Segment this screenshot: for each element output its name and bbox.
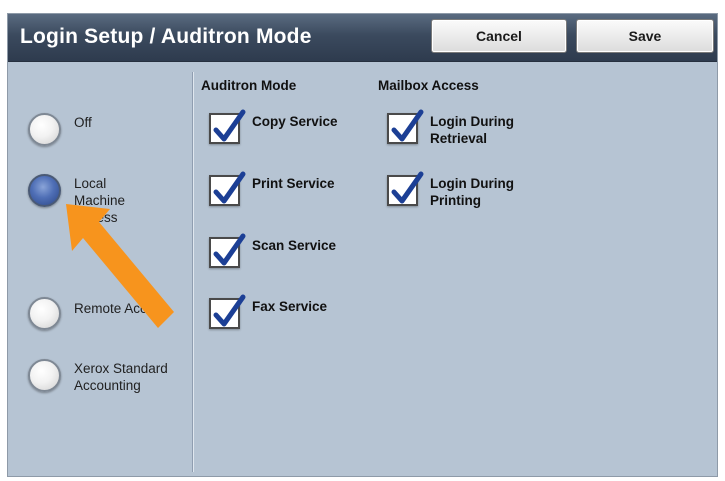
radio-option-off[interactable]: Off <box>28 113 174 146</box>
arrow-shape <box>66 204 174 328</box>
title-bar: Login Setup / Auditron Mode Cancel Save <box>8 14 717 62</box>
checkmark-icon <box>213 233 246 266</box>
radio-label: Off <box>74 115 92 130</box>
checkbox-label: Print Service <box>252 176 335 191</box>
checkbox[interactable] <box>387 171 424 206</box>
checkbox-label: Scan Service <box>252 238 337 253</box>
mailbox-access-heading: Mailbox Access <box>378 78 479 93</box>
checkbox[interactable] <box>209 294 246 329</box>
radio-button[interactable] <box>28 297 61 330</box>
radio-button[interactable] <box>28 113 61 146</box>
radio-button[interactable] <box>28 359 61 392</box>
radio-option-xerox-standard-accounting[interactable]: Xerox Standard Accounting <box>28 359 169 394</box>
auditron-mode-heading: Auditron Mode <box>201 78 297 93</box>
checkbox-print-service[interactable]: Print Service <box>209 171 335 206</box>
checkmark-icon <box>213 171 246 204</box>
column-divider <box>192 72 194 472</box>
checkbox[interactable] <box>209 233 246 268</box>
checkbox[interactable] <box>387 109 424 144</box>
checkbox-label: Fax Service <box>252 299 328 314</box>
orange-arrow-icon <box>66 204 174 328</box>
radio-label: Xerox Standard Accounting <box>74 361 168 393</box>
checkmark-icon <box>391 171 424 204</box>
checkbox-scan-service[interactable]: Scan Service <box>209 233 337 268</box>
checkbox-fax-service[interactable]: Fax Service <box>209 294 328 329</box>
page-title: Login Setup / Auditron Mode <box>20 25 312 48</box>
checkmark-icon <box>213 109 246 142</box>
checkmark-icon <box>213 294 246 327</box>
checkbox[interactable] <box>209 171 246 206</box>
checkmark-icon <box>391 109 424 142</box>
checkbox-login-during-printing[interactable]: Login During Printing <box>387 171 520 209</box>
cancel-button[interactable]: Cancel <box>431 19 567 53</box>
radio-button-selected[interactable] <box>28 174 61 207</box>
checkbox-login-during-retrieval[interactable]: Login During Retrieval <box>387 109 520 147</box>
save-button[interactable]: Save <box>576 19 714 53</box>
checkbox-label: Login During Retrieval <box>430 114 514 146</box>
checkbox-copy-service[interactable]: Copy Service <box>209 109 338 144</box>
login-setup-screen: Login Setup / Auditron Mode Cancel Save … <box>7 13 718 477</box>
checkbox-label: Copy Service <box>252 114 338 129</box>
checkbox[interactable] <box>209 109 246 144</box>
checkbox-label: Login During Printing <box>430 176 514 208</box>
